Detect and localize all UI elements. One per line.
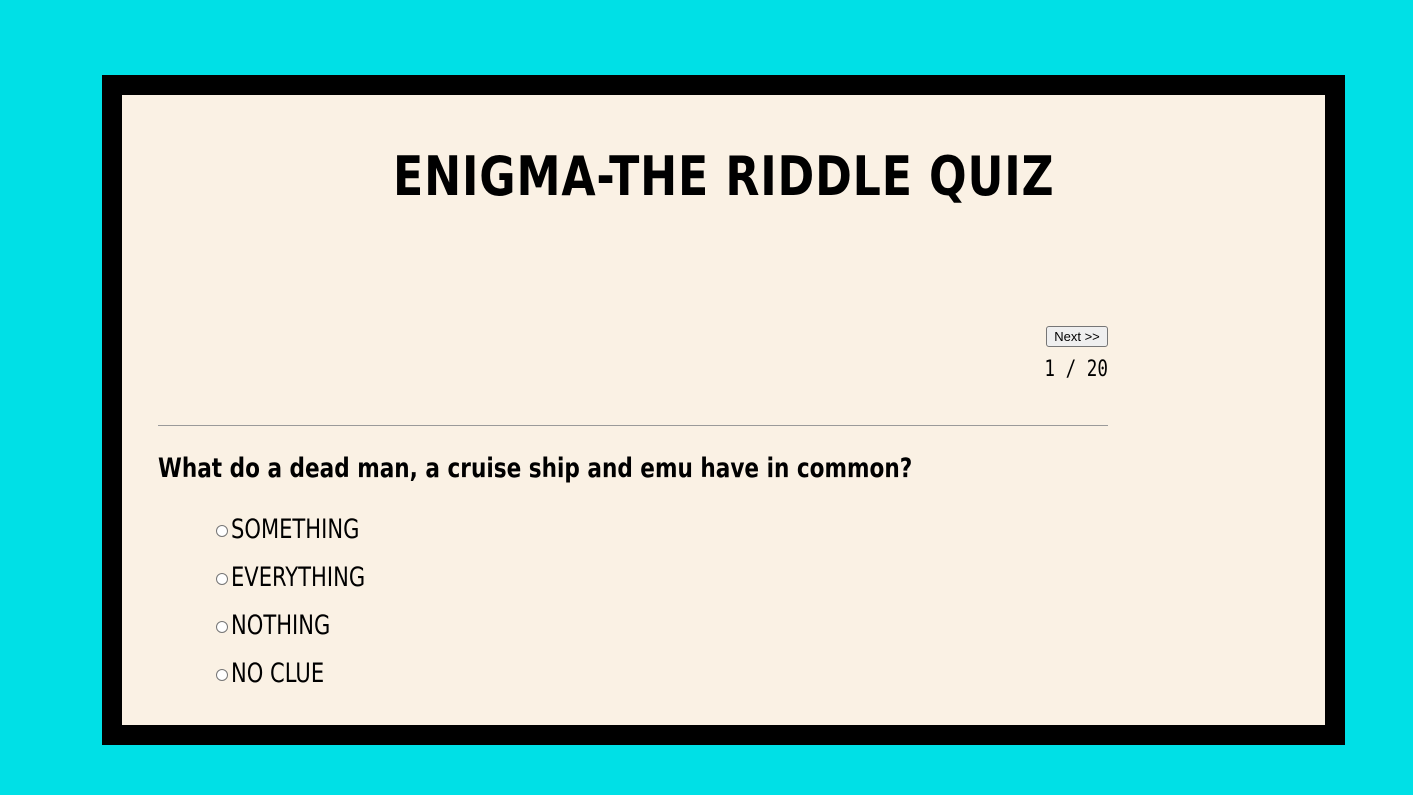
quiz-frame: ENIGMA-THE RIDDLE QUIZ Next >> 1 / 20 Wh… [102, 75, 1345, 745]
next-button[interactable]: Next >> [1046, 326, 1108, 347]
divider [158, 425, 1108, 426]
question-text: What do a dead man, a cruise ship and em… [158, 453, 913, 484]
answer-label: SOMETHING [231, 513, 360, 545]
quiz-panel: ENIGMA-THE RIDDLE QUIZ Next >> 1 / 20 Wh… [122, 95, 1325, 725]
answer-option-something[interactable]: SOMETHING [216, 505, 403, 553]
answer-option-everything[interactable]: EVERYTHING [216, 553, 403, 601]
answer-label: NO CLUE [231, 657, 325, 689]
answer-label: EVERYTHING [231, 561, 366, 593]
answer-option-nothing[interactable]: NOTHING [216, 601, 403, 649]
page-title: ENIGMA-THE RIDDLE QUIZ [393, 145, 1055, 208]
answer-label: NOTHING [231, 609, 331, 641]
radio-button[interactable] [216, 525, 228, 537]
radio-button[interactable] [216, 621, 228, 633]
question-progress: 1 / 20 [1044, 357, 1108, 382]
radio-button[interactable] [216, 669, 228, 681]
radio-button[interactable] [216, 573, 228, 585]
answer-option-no-clue[interactable]: NO CLUE [216, 649, 403, 697]
answer-options: SOMETHING EVERYTHING NOTHING NO CLUE [216, 505, 403, 697]
